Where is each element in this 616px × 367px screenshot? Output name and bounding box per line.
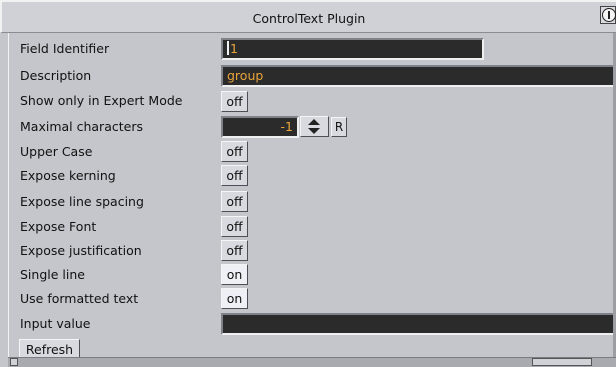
upper-case-toggle[interactable]: off: [221, 141, 248, 162]
description-value: group: [227, 68, 264, 83]
max-chars-input[interactable]: -1: [221, 116, 299, 138]
max-chars-label: Maximal characters: [20, 119, 143, 134]
input-value-label: Input value: [20, 316, 91, 331]
show-expert-toggle[interactable]: off: [221, 91, 248, 112]
max-chars-stepper[interactable]: [300, 116, 329, 137]
spin-down-icon[interactable]: [308, 128, 320, 134]
window-menu-button[interactable]: [600, 6, 616, 24]
window-menu-icon: [602, 8, 616, 22]
description-label: Description: [20, 68, 92, 83]
field-identifier-label: Field Identifier: [20, 41, 110, 56]
expose-line-spacing-toggle[interactable]: off: [221, 191, 248, 212]
use-formatted-label: Use formatted text: [20, 291, 139, 306]
description-input[interactable]: group: [221, 65, 616, 87]
plugin-panel: Field Identifier 1 Description group Sho…: [8, 33, 616, 361]
show-expert-label: Show only in Expert Mode: [20, 93, 183, 108]
field-identifier-input[interactable]: 1: [221, 38, 484, 60]
field-identifier-value: 1: [230, 41, 238, 56]
spin-up-icon[interactable]: [308, 119, 320, 125]
title-bar: ControlText Plugin: [0, 0, 616, 33]
expose-justification-label: Expose justification: [20, 243, 142, 258]
text-caret: [227, 41, 229, 55]
use-formatted-toggle[interactable]: on: [221, 288, 248, 309]
expose-kerning-label: Expose kerning: [20, 168, 116, 183]
single-line-label: Single line: [20, 267, 85, 282]
horizontal-scrollbar[interactable]: [8, 357, 616, 367]
expose-font-label: Expose Font: [20, 219, 97, 234]
upper-case-label: Upper Case: [20, 144, 93, 159]
max-chars-reset-button[interactable]: R: [331, 117, 347, 137]
expose-justification-toggle[interactable]: off: [221, 240, 248, 261]
scroll-left-icon[interactable]: [10, 358, 18, 366]
window-title: ControlText Plugin: [252, 11, 366, 26]
input-value-field[interactable]: [221, 313, 616, 335]
expose-font-toggle[interactable]: off: [221, 216, 248, 237]
single-line-toggle[interactable]: on: [221, 264, 248, 285]
scroll-thumb[interactable]: [532, 358, 592, 366]
expose-line-spacing-label: Expose line spacing: [20, 194, 144, 209]
expose-kerning-toggle[interactable]: off: [221, 165, 248, 186]
